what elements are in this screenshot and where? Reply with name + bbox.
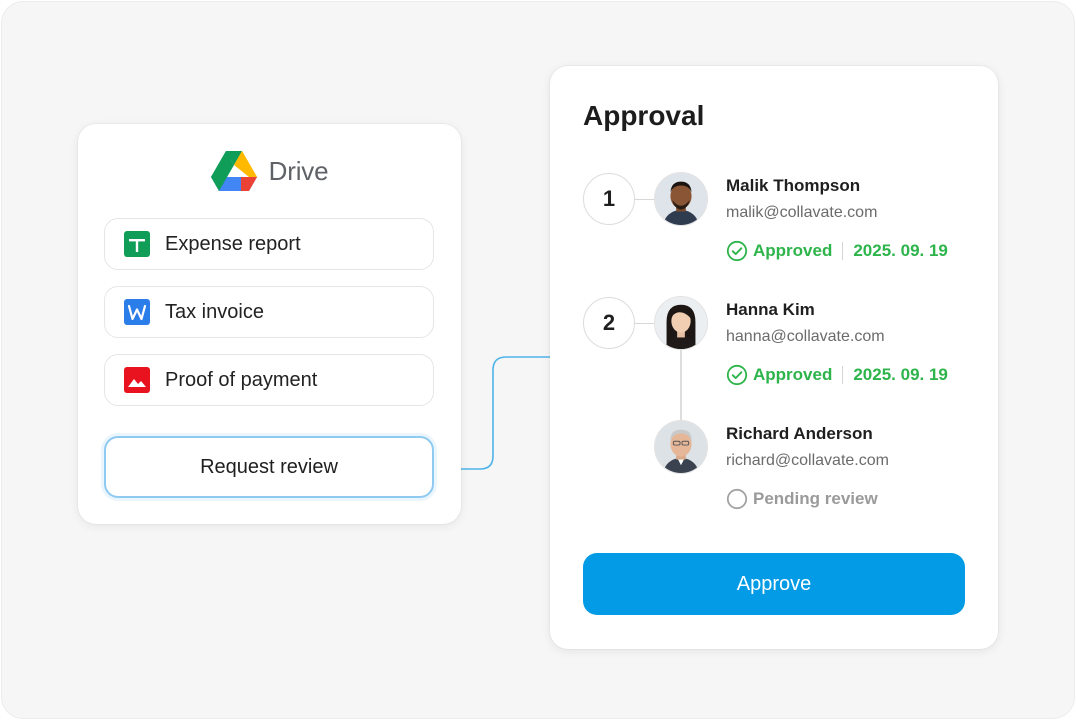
drive-header: Drive — [78, 148, 461, 194]
google-drive-logo-icon — [210, 151, 257, 191]
file-item-tax-invoice[interactable]: Tax invoice — [104, 286, 434, 338]
approver-chain-line — [680, 350, 682, 422]
drive-card: Drive Expense report Tax invoice Proof o… — [78, 124, 461, 524]
step-connector — [635, 323, 655, 324]
approval-title: Approval — [583, 100, 705, 131]
drive-title: Drive — [268, 155, 329, 186]
check-circle-icon — [726, 240, 748, 262]
person-avatar-icon — [655, 421, 707, 473]
approval-card: Approval 1 Malik Thompson malik@collavat… — [550, 66, 998, 649]
approval-date: 2025. 09. 19 — [853, 241, 948, 260]
google-sheets-icon — [124, 231, 150, 257]
status-text: Pending review — [753, 489, 878, 508]
status-text: Approved — [753, 365, 833, 384]
approval-status: Pending review — [726, 488, 878, 510]
approver-name: Richard Anderson — [726, 424, 873, 443]
approval-date: 2025. 09. 19 — [853, 365, 948, 384]
approver-email: hanna@collavate.com — [726, 328, 885, 345]
avatar-hanna-kim — [654, 296, 708, 350]
approval-status: Approved 2025. 09. 19 — [726, 364, 948, 386]
approval-status: Approved 2025. 09. 19 — [726, 240, 948, 262]
person-avatar-icon — [655, 173, 707, 225]
pending-circle-icon — [726, 488, 748, 510]
image-file-icon — [124, 367, 150, 393]
approver-name: Hanna Kim — [726, 300, 815, 319]
status-text: Approved — [753, 241, 833, 260]
file-item-expense-report[interactable]: Expense report — [104, 218, 434, 270]
approver-name: Malik Thompson — [726, 176, 861, 195]
approver-email: malik@collavate.com — [726, 204, 878, 221]
check-circle-icon — [726, 364, 748, 386]
request-review-button[interactable]: Request review — [104, 436, 434, 498]
avatar-richard-anderson — [654, 420, 708, 474]
person-avatar-icon — [655, 297, 707, 349]
step-number-badge: 2 — [583, 297, 635, 349]
file-label: Proof of payment — [165, 368, 318, 391]
approver-email: richard@collavate.com — [726, 452, 889, 469]
step-connector — [635, 199, 655, 200]
file-label: Tax invoice — [165, 300, 264, 323]
file-item-proof-of-payment[interactable]: Proof of payment — [104, 354, 434, 406]
status-divider — [842, 242, 844, 260]
status-divider — [842, 366, 844, 384]
file-label: Expense report — [165, 232, 301, 255]
avatar-malik-thompson — [654, 172, 708, 226]
approve-button[interactable]: Approve — [583, 553, 965, 615]
step-number-badge: 1 — [583, 173, 635, 225]
word-doc-icon — [124, 299, 150, 325]
